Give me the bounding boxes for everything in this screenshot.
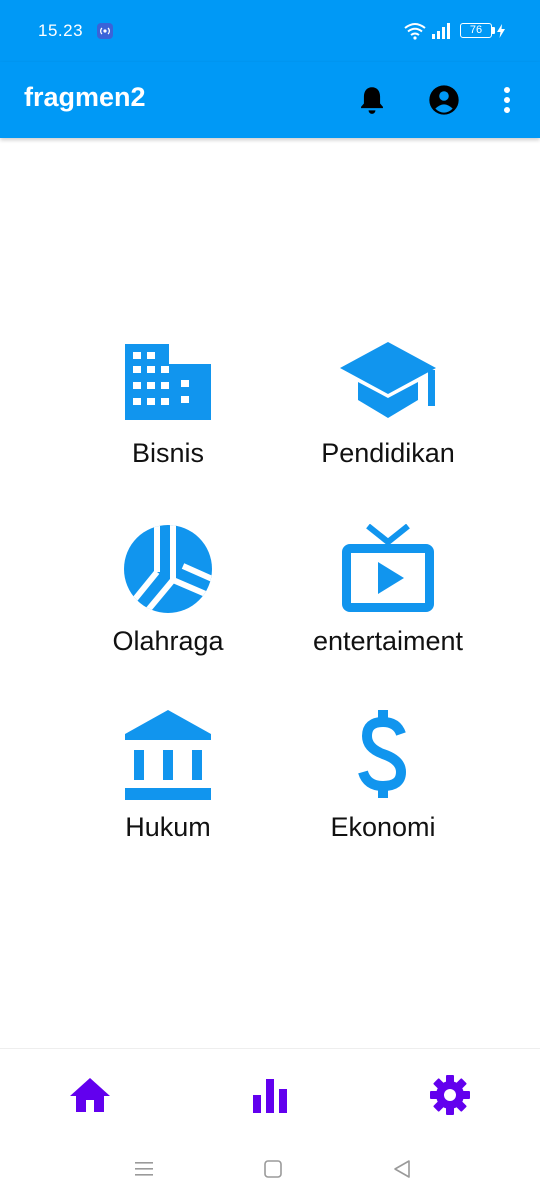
category-ekonomi[interactable]: Ekonomi xyxy=(273,710,493,864)
system-navigation-bar xyxy=(0,1140,540,1200)
notifications-button[interactable] xyxy=(352,80,392,120)
overflow-menu-button[interactable] xyxy=(487,80,527,120)
dollar-icon xyxy=(358,710,407,798)
bottom-navigation xyxy=(0,1048,540,1140)
nav-stats-button[interactable] xyxy=(240,1067,300,1123)
back-triangle-icon xyxy=(394,1160,410,1178)
building-icon xyxy=(125,344,211,420)
bar-chart-icon xyxy=(253,1079,287,1113)
category-label: Pendidikan xyxy=(321,438,455,468)
system-recents-button[interactable] xyxy=(129,1154,159,1184)
menu-lines-icon xyxy=(135,1162,153,1176)
nav-home-button[interactable] xyxy=(60,1067,120,1123)
system-back-button[interactable] xyxy=(387,1154,417,1184)
category-label: Ekonomi xyxy=(330,812,436,842)
charging-bolt-icon xyxy=(497,24,505,38)
bell-icon xyxy=(361,87,383,114)
category-entertaiment[interactable]: entertaiment xyxy=(278,524,498,678)
app-bar: fragmen2 xyxy=(0,62,540,138)
category-label: Hukum xyxy=(125,812,211,842)
account-circle-icon xyxy=(429,85,459,115)
status-time: 15.23 xyxy=(38,21,84,40)
category-label: Bisnis xyxy=(131,438,205,468)
gear-icon xyxy=(430,1075,470,1115)
category-label: entertaiment xyxy=(312,626,464,656)
battery-level: 76 xyxy=(460,23,492,38)
volleyball-icon xyxy=(124,525,212,613)
tv-play-icon xyxy=(342,524,434,612)
account-button[interactable] xyxy=(424,80,464,120)
category-label: Olahraga xyxy=(112,626,224,656)
category-olahraga[interactable]: Olahraga xyxy=(58,525,278,678)
home-icon xyxy=(70,1078,110,1112)
wifi-icon xyxy=(404,23,426,40)
category-bisnis[interactable]: Bisnis xyxy=(58,340,278,490)
nav-settings-button[interactable] xyxy=(420,1067,480,1123)
more-vert-icon xyxy=(504,87,510,113)
category-hukum[interactable]: Hukum xyxy=(58,710,278,864)
hotspot-icon xyxy=(97,23,113,39)
app-title: fragmen2 xyxy=(24,82,146,112)
graduation-cap-icon xyxy=(340,342,436,418)
battery-indicator: 76 xyxy=(460,22,505,40)
category-pendidikan[interactable]: Pendidikan xyxy=(278,340,498,490)
signal-icon xyxy=(432,23,450,39)
battery-tip xyxy=(492,27,495,34)
square-home-icon xyxy=(264,1160,282,1178)
system-home-button[interactable] xyxy=(258,1154,288,1184)
status-bar: 15.23 76 xyxy=(0,0,540,62)
bank-icon xyxy=(125,710,211,800)
